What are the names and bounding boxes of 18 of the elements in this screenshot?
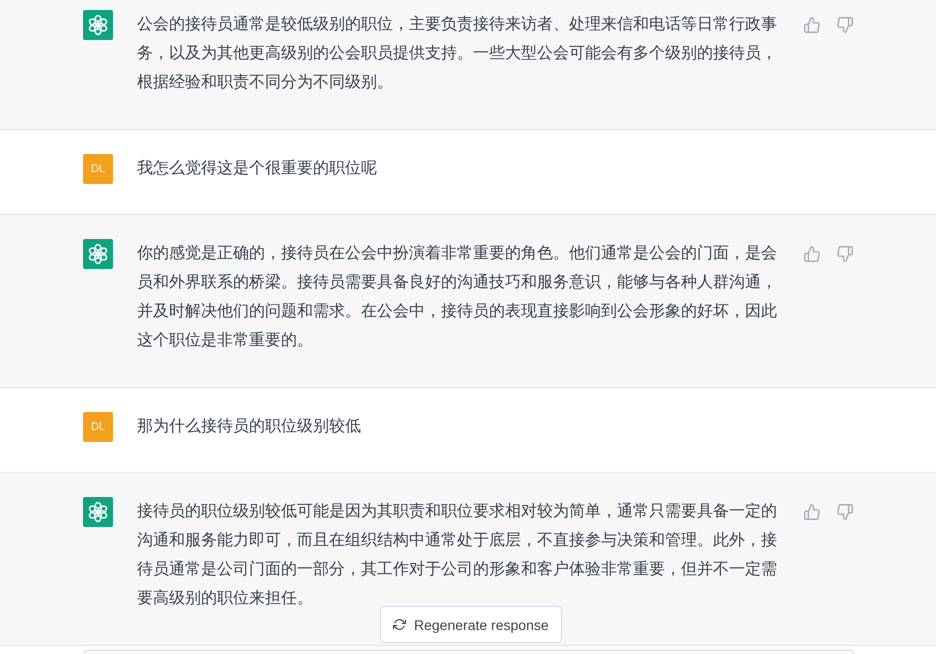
message-text: 那为什么接待员的职位级别较低 (137, 416, 362, 437)
message-text: 你的感觉是正确的，接待员在公会中扮演着非常重要的角色。他们通常是公会的门面，是会员和外界联系的桥梁。接待员需要具备良好的沟通技巧和服务意识，能够与各种人群沟通，并及时解决他们的问题和需求。在公会中，接待员的表现直接影响到公会形象的好坏，因此这个职位是非常重要的。 (137, 244, 778, 351)
thumbs-down-icon[interactable] (837, 246, 853, 262)
thumbs-down-icon[interactable] (837, 504, 853, 520)
swirl-logo-icon (83, 10, 113, 40)
swirl-logo-icon (83, 239, 113, 269)
regenerate-button[interactable]: Regenerate response (380, 606, 562, 643)
thumbs-up-icon[interactable] (804, 504, 820, 520)
user-avatar: DL (83, 154, 113, 184)
message-text: 接待员的职位级别较低可能是因为其职责和职位要求相对较为简单，通常只需要具备一定的沟通和服务能力即可，而且在组织结构中通常处于底层，不直接参与决策和管理。此外，接待员通常是公司门面的一部分，其工作对于公司的形象和客户体验非常重要，但并不一定需要高级别的职位来担任。 (137, 502, 778, 609)
swirl-logo-icon (83, 497, 113, 527)
thumbs-up-icon[interactable] (804, 246, 820, 262)
message-text: 公会的接待员通常是较低级别的职位，主要负责接待来访者、处理来信和电话等日常行政事务，以及为其他更高级别的公会职员提供支持。一些大型公会可能会有多个级别的接待员，根据经验和职责不同分为不同级别。 (137, 14, 778, 93)
user-avatar: DL (83, 412, 113, 442)
thumbs-down-icon[interactable] (837, 17, 853, 33)
thumbs-up-icon[interactable] (804, 17, 820, 33)
message-text: 我怎么觉得这是个很重要的职位呢 (137, 158, 378, 179)
refresh-icon (393, 619, 406, 630)
